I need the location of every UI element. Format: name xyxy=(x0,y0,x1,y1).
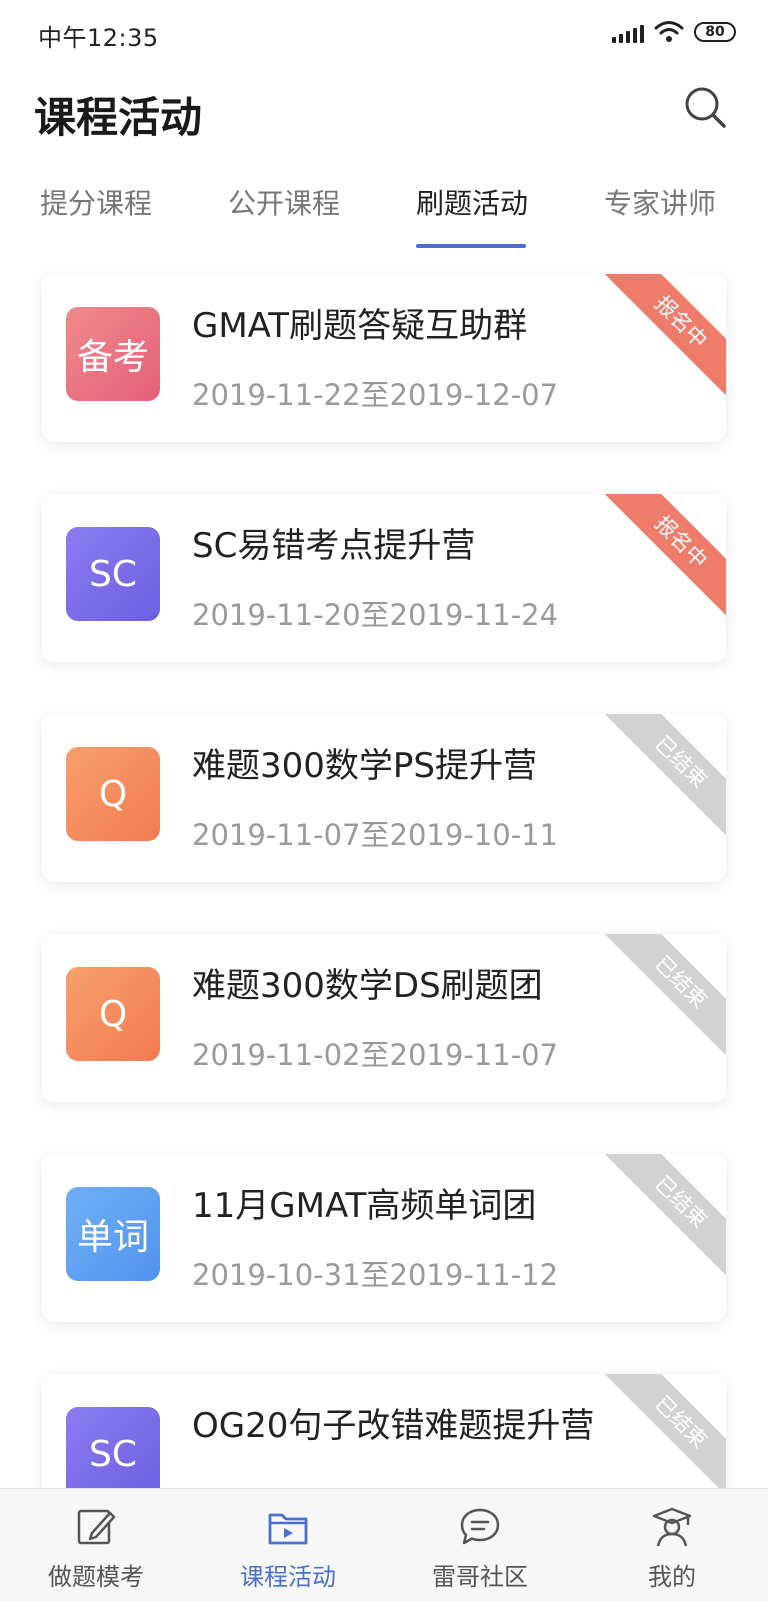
active-tab-indicator xyxy=(416,244,526,248)
nav-community[interactable]: 雷哥社区 xyxy=(384,1489,576,1601)
status-badge: 已结束 xyxy=(603,714,726,840)
activity-icon: Q xyxy=(66,747,160,841)
page-title: 课程活动 xyxy=(34,93,203,142)
status-badge: 已结束 xyxy=(603,934,726,1060)
activity-date: 2019-11-22至2019-12-07 xyxy=(192,378,559,412)
status-time: 中午12:35 xyxy=(38,24,159,52)
nav-label: 课程活动 xyxy=(240,1563,336,1591)
nav-practice-exam[interactable]: 做题模考 xyxy=(0,1489,192,1601)
activity-date: 2019-10-31至2019-11-12 xyxy=(192,1258,559,1292)
activity-date: 2019-11-07至2019-10-11 xyxy=(192,818,559,852)
activity-card[interactable]: 备考 GMAT刷题答疑互助群 2019-11-22至2019-12-07 报名中 xyxy=(42,274,726,442)
activity-title: GMAT刷题答疑互助群 xyxy=(192,306,528,346)
activity-card[interactable]: 单词 11月GMAT高频单词团 2019-10-31至2019-11-12 已结… xyxy=(42,1154,726,1322)
status-badge: 报名中 xyxy=(603,274,726,400)
activity-title: SC易错考点提升营 xyxy=(192,526,476,566)
search-button[interactable] xyxy=(682,84,730,132)
activity-icon: 单词 xyxy=(66,1187,160,1281)
edit-icon xyxy=(77,1509,116,1545)
signal-icon xyxy=(612,21,644,43)
activity-icon: SC xyxy=(66,527,160,621)
graduate-icon xyxy=(652,1507,692,1547)
nav-course-activities[interactable]: 课程活动 xyxy=(192,1489,384,1601)
activity-icon: SC xyxy=(66,1407,160,1501)
nav-label: 做题模考 xyxy=(48,1563,144,1591)
tab-public-courses[interactable]: 公开课程 xyxy=(228,182,340,254)
activity-icon: 备考 xyxy=(66,307,160,401)
status-badge: 已结束 xyxy=(603,1154,726,1280)
activity-icon: Q xyxy=(66,967,160,1061)
activity-title: 难题300数学PS提升营 xyxy=(192,746,537,786)
activity-title: 11月GMAT高频单词团 xyxy=(192,1186,537,1226)
course-folder-icon xyxy=(268,1513,308,1545)
wifi-icon xyxy=(654,21,684,42)
nav-label: 我的 xyxy=(648,1563,696,1591)
activity-card[interactable]: Q 难题300数学DS刷题团 2019-11-02至2019-11-07 已结束 xyxy=(42,934,726,1102)
tab-bar: 提分课程 公开课程 刷题活动 专家讲师 xyxy=(0,182,768,254)
activity-date: 2019-11-20至2019-11-24 xyxy=(192,598,559,632)
status-badge: 已结束 xyxy=(603,1374,726,1500)
nav-label: 雷哥社区 xyxy=(432,1563,528,1591)
search-icon xyxy=(685,87,726,128)
status-icons: 80 xyxy=(612,20,736,44)
nav-profile[interactable]: 我的 xyxy=(576,1489,768,1601)
activity-title: OG20句子改错难题提升营 xyxy=(192,1406,595,1446)
status-badge: 报名中 xyxy=(603,494,726,620)
status-bar: 中午12:35 80 xyxy=(0,0,768,68)
tab-expert-teachers[interactable]: 专家讲师 xyxy=(604,182,716,254)
battery-icon: 80 xyxy=(694,22,736,42)
chat-bubble-icon xyxy=(460,1508,500,1545)
activity-card[interactable]: Q 难题300数学PS提升营 2019-11-07至2019-10-11 已结束 xyxy=(42,714,726,882)
activity-card[interactable]: SC SC易错考点提升营 2019-11-20至2019-11-24 报名中 xyxy=(42,494,726,662)
tab-improve-courses[interactable]: 提分课程 xyxy=(40,182,152,254)
activity-date: 2019-11-02至2019-11-07 xyxy=(192,1038,559,1072)
bottom-nav: 做题模考 课程活动 雷哥社区 我的 xyxy=(0,1488,768,1601)
activity-title: 难题300数学DS刷题团 xyxy=(192,966,543,1006)
